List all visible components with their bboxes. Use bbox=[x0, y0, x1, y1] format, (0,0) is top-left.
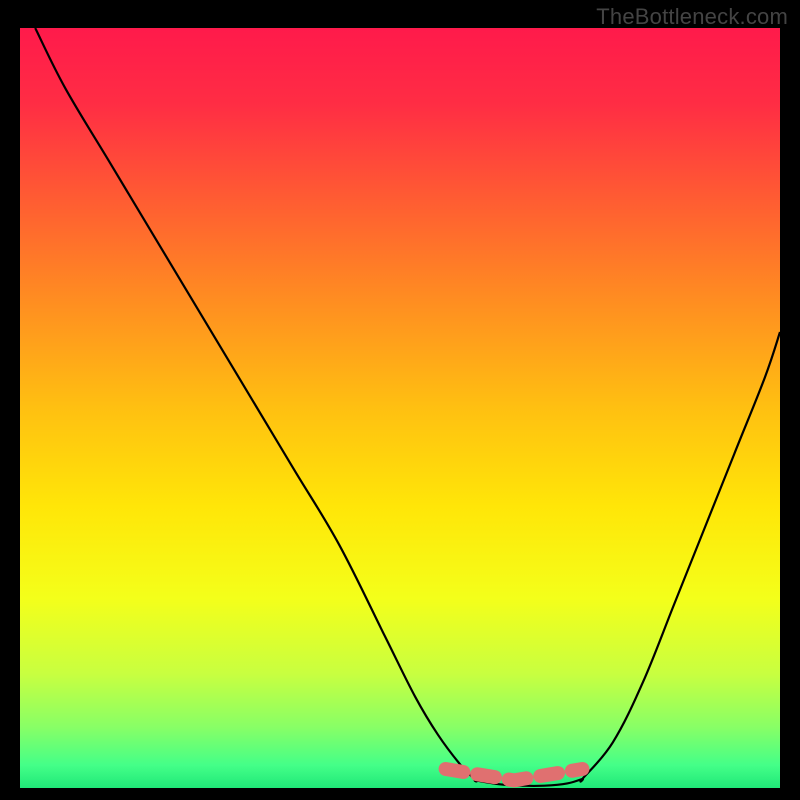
watermark-text: TheBottleneck.com bbox=[596, 4, 788, 30]
trough-highlight bbox=[446, 769, 583, 780]
curve-layer bbox=[20, 28, 780, 788]
chart-frame: TheBottleneck.com bbox=[0, 0, 800, 800]
bottleneck-curve bbox=[35, 28, 780, 786]
plot-area bbox=[20, 28, 780, 788]
